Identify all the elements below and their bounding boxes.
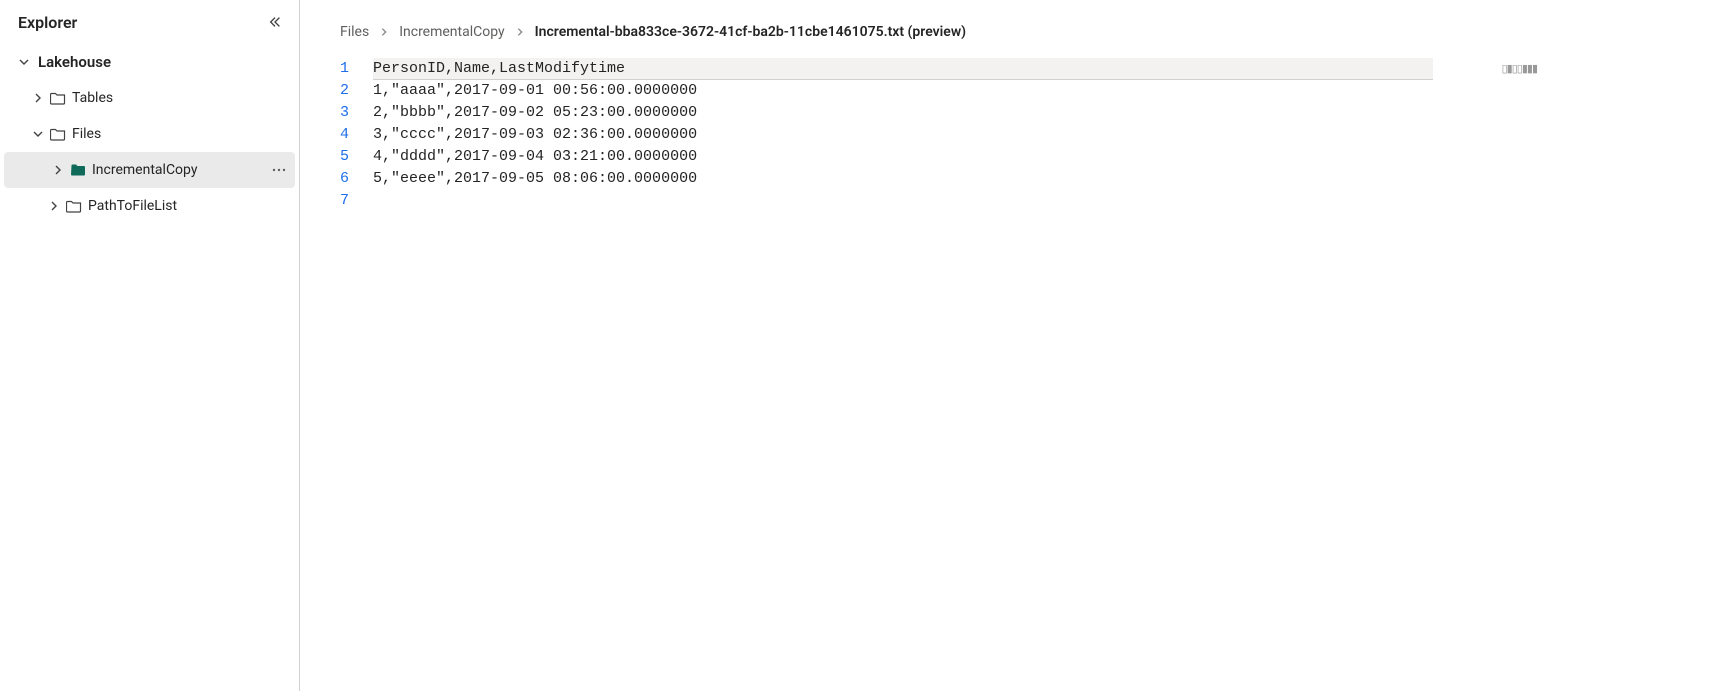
tree-item-tables[interactable]: Tables (0, 80, 299, 116)
compare-icon[interactable]: ▯▮▯▯▮▮▮ (1502, 58, 1537, 80)
chevron-right-icon (30, 90, 46, 106)
breadcrumb: Files IncrementalCopy Incremental-bba833… (340, 10, 1717, 58)
tree-item-label: Tables (72, 90, 113, 106)
sidebar-header: Explorer (0, 12, 299, 44)
breadcrumb-item-current: Incremental-bba833ce-3672-41cf-ba2b-11cb… (535, 24, 966, 40)
code-line[interactable] (373, 190, 1433, 212)
breadcrumb-item-incrementalcopy[interactable]: IncrementalCopy (399, 24, 504, 40)
chevron-double-left-icon (268, 15, 282, 29)
line-number: 2 (340, 80, 349, 102)
breadcrumb-item-files[interactable]: Files (340, 24, 369, 40)
chevron-right-icon (379, 27, 389, 37)
folder-icon (50, 90, 66, 106)
folder-filled-icon (70, 162, 86, 178)
code-line[interactable]: PersonID,Name,LastModifytime (373, 58, 1433, 80)
folder-icon (50, 126, 66, 142)
tree-item-pathtofilelist[interactable]: PathToFileList (0, 188, 299, 224)
tree-item-label: IncrementalCopy (92, 162, 197, 178)
code-line[interactable]: 2,"bbbb",2017-09-02 05:23:00.0000000 (373, 102, 1433, 124)
more-horizontal-icon (271, 162, 287, 178)
code-line[interactable]: 5,"eeee",2017-09-05 08:06:00.0000000 (373, 168, 1433, 190)
tree-item-label: Files (72, 126, 101, 142)
explorer-sidebar: Explorer Lakehouse Tables (0, 0, 300, 691)
tree-item-label: Lakehouse (38, 53, 111, 71)
more-actions-button[interactable] (267, 158, 291, 182)
main-content: Files IncrementalCopy Incremental-bba833… (300, 0, 1717, 691)
line-number-gutter: 1234567 (340, 58, 373, 212)
line-number: 6 (340, 168, 349, 190)
chevron-right-icon (515, 27, 525, 37)
line-number: 5 (340, 146, 349, 168)
chevron-down-icon (30, 126, 46, 142)
line-number: 4 (340, 124, 349, 146)
sidebar-title: Explorer (18, 13, 77, 32)
explorer-tree: Lakehouse Tables Files (0, 44, 299, 224)
chevron-right-icon (46, 198, 62, 214)
file-content: PersonID,Name,LastModifytime1,"aaaa",201… (373, 58, 1433, 212)
line-number: 3 (340, 102, 349, 124)
chevron-down-icon (16, 54, 32, 70)
folder-icon (66, 198, 82, 214)
line-number: 1 (340, 58, 349, 80)
code-line[interactable]: 1,"aaaa",2017-09-01 00:56:00.0000000 (373, 80, 1433, 102)
code-line[interactable]: 4,"dddd",2017-09-04 03:21:00.0000000 (373, 146, 1433, 168)
chevron-right-icon (50, 162, 66, 178)
tree-item-incrementalcopy[interactable]: IncrementalCopy (4, 152, 295, 188)
line-number: 7 (340, 190, 349, 212)
file-preview-editor: 1234567 PersonID,Name,LastModifytime1,"a… (340, 58, 1717, 212)
collapse-sidebar-button[interactable] (265, 12, 285, 32)
tree-item-files[interactable]: Files (0, 116, 299, 152)
tree-item-lakehouse[interactable]: Lakehouse (0, 44, 299, 80)
code-line[interactable]: 3,"cccc",2017-09-03 02:36:00.0000000 (373, 124, 1433, 146)
tree-item-label: PathToFileList (88, 198, 177, 214)
